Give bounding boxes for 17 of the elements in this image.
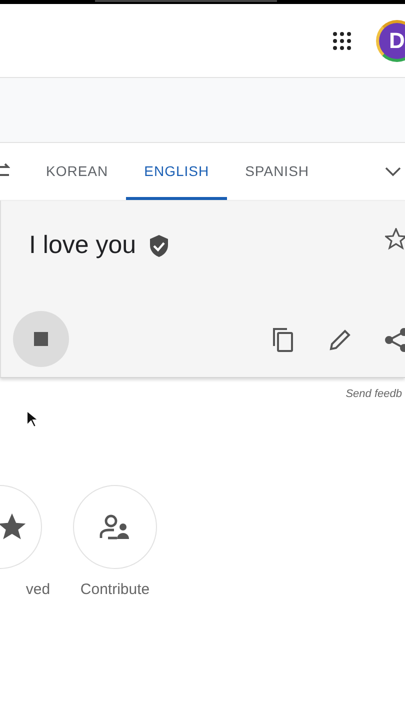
- mouse-cursor-icon: [26, 410, 38, 428]
- shortcut-label: Contribute: [80, 580, 150, 600]
- language-tab[interactable]: SPANISH: [227, 143, 328, 200]
- people-icon: [99, 514, 131, 540]
- language-tab[interactable]: KOREAN: [28, 143, 126, 200]
- copy-icon[interactable]: [272, 327, 294, 353]
- chevron-down-icon[interactable]: [385, 165, 401, 177]
- account-avatar[interactable]: D: [376, 20, 405, 62]
- pencil-icon[interactable]: [329, 329, 351, 351]
- send-feedback-link[interactable]: Send feedb: [346, 386, 402, 402]
- share-icon[interactable]: [385, 328, 405, 352]
- shortcut-label: ved: [26, 580, 50, 600]
- translated-text: I love you: [29, 230, 136, 261]
- apps-grid-icon[interactable]: [332, 30, 352, 50]
- star-icon[interactable]: [385, 228, 405, 250]
- stop-icon: [34, 332, 48, 346]
- star-icon: [0, 512, 27, 542]
